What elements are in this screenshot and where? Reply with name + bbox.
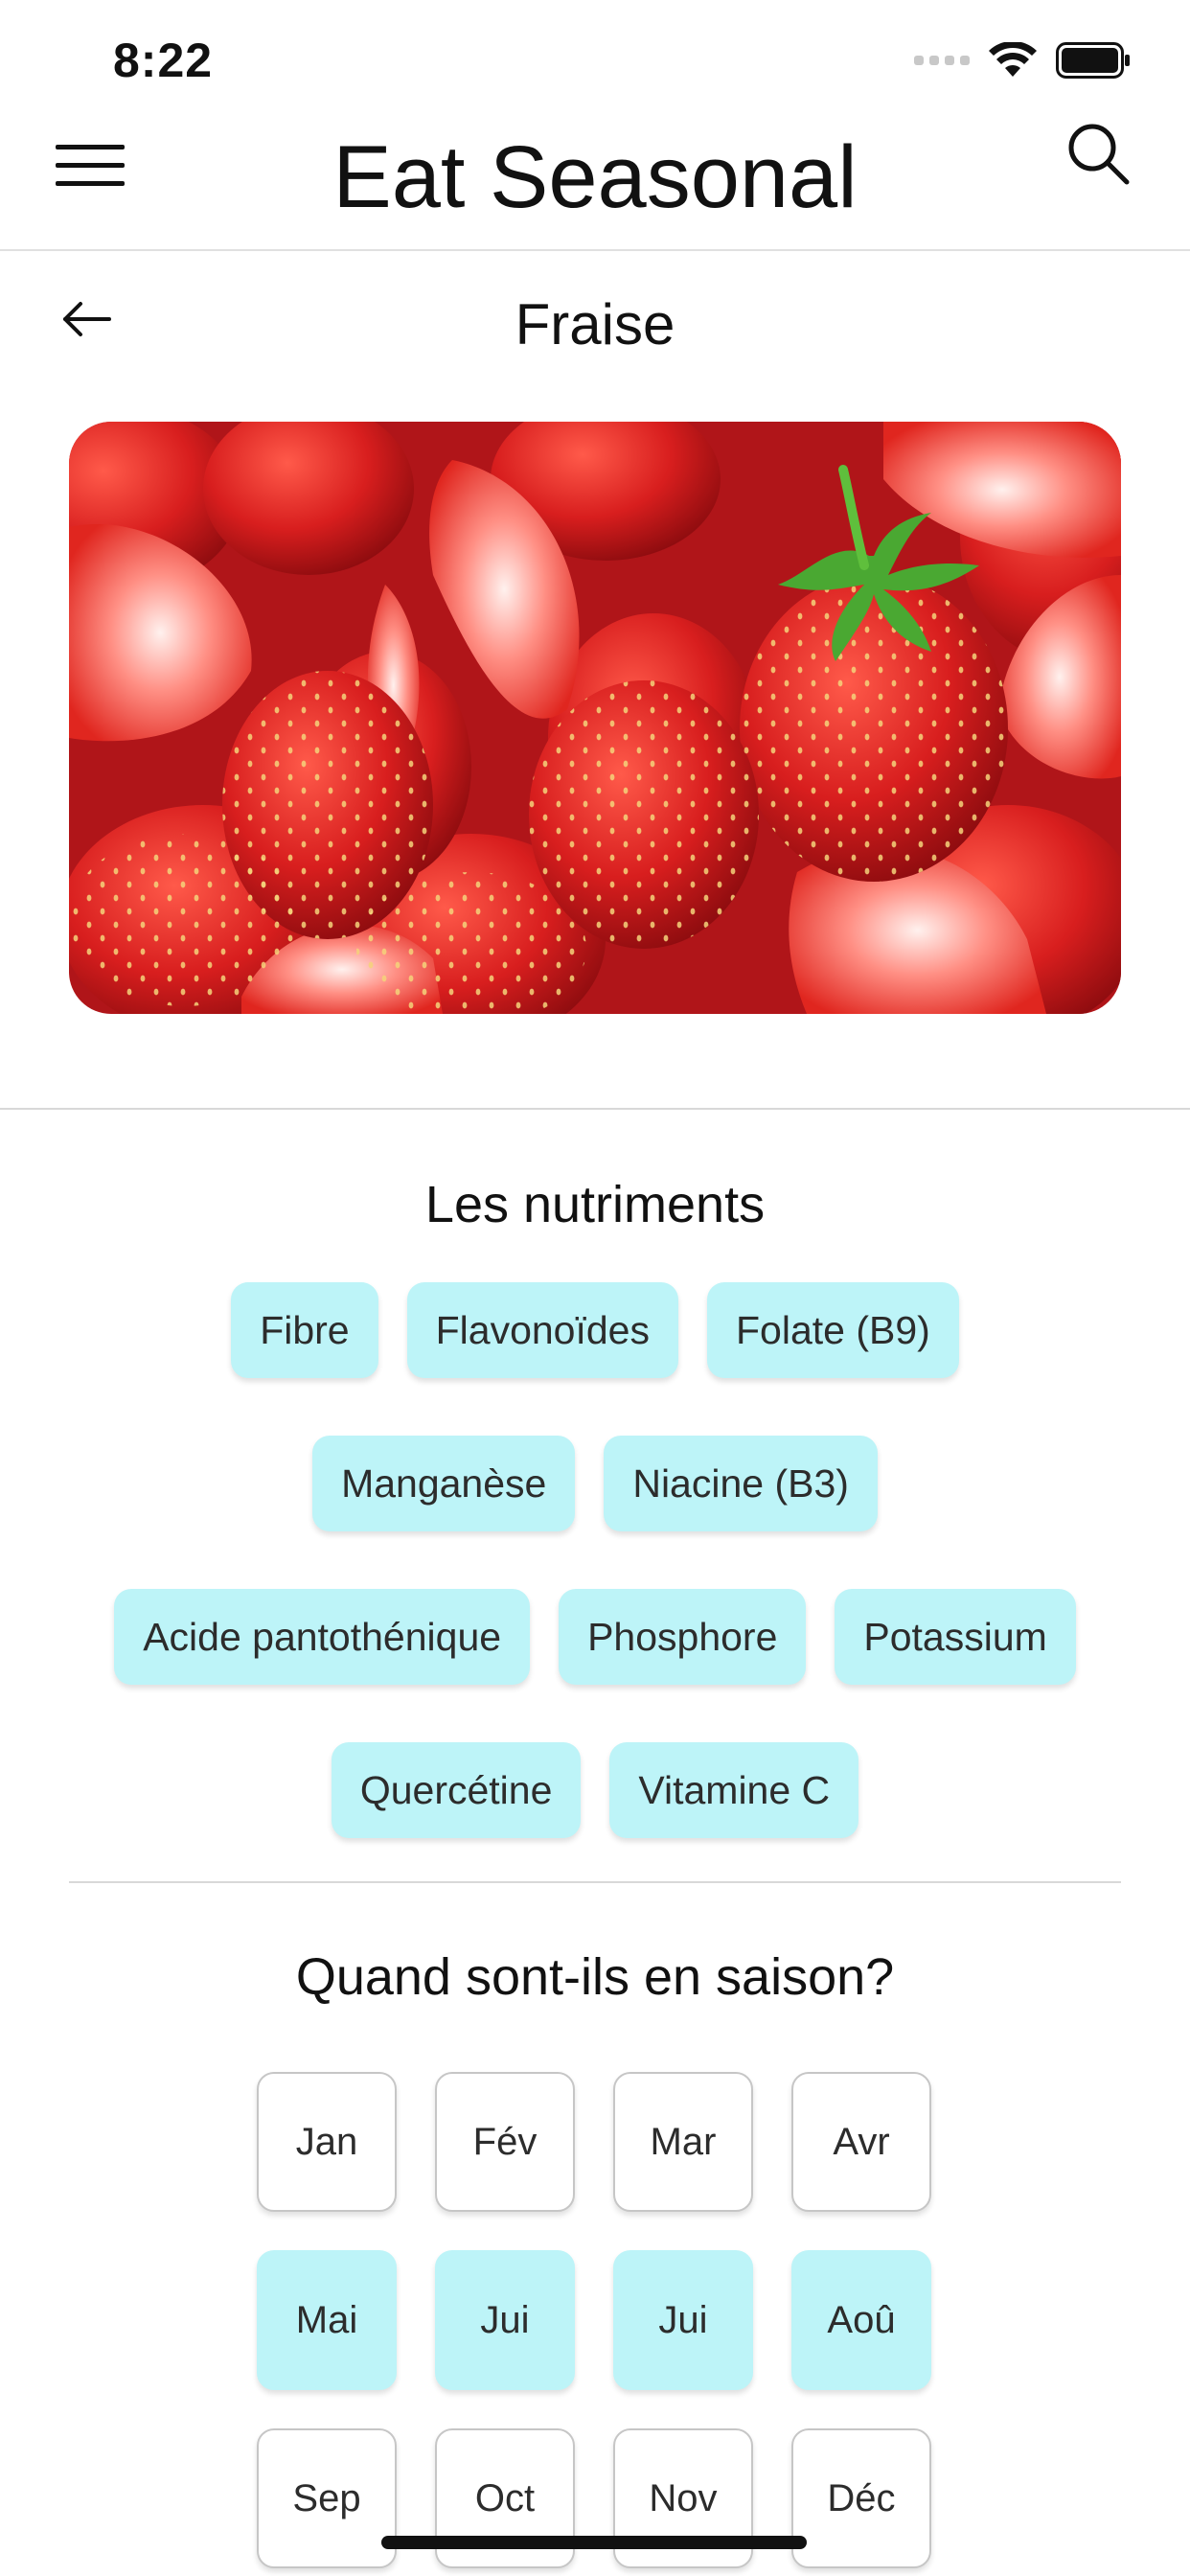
month-cell[interactable]: Sep — [257, 2428, 397, 2568]
detail-header: Fraise — [0, 251, 1190, 414]
month-cell[interactable]: Déc — [791, 2428, 931, 2568]
month-cell[interactable]: Jui — [613, 2250, 753, 2390]
search-icon[interactable] — [1062, 117, 1134, 190]
nutrient-chip[interactable]: Acide pantothénique — [114, 1589, 531, 1685]
home-indicator — [381, 2536, 807, 2549]
nutrient-chip[interactable]: Flavonoïdes — [406, 1282, 678, 1378]
battery-icon — [1056, 42, 1130, 79]
section-divider — [69, 1881, 1121, 1883]
page-title: Fraise — [515, 292, 675, 356]
month-cell[interactable]: Avr — [791, 2072, 931, 2212]
nutrient-chip[interactable]: Folate (B9) — [706, 1282, 959, 1378]
nutrient-chip[interactable]: Niacine (B3) — [604, 1436, 878, 1531]
nutrient-chip-list: Fibre Flavonoïdes Folate (B9) Manganèse Niac… — [67, 1282, 1123, 1838]
nutrient-chip[interactable]: Potassium — [835, 1589, 1076, 1685]
nutrient-chip[interactable]: Vitamine C — [609, 1742, 859, 1838]
status-bar: 8:22 — [0, 0, 1190, 105]
nutrient-chip[interactable]: Manganèse — [312, 1436, 576, 1531]
nutrient-chip[interactable]: Fibre — [231, 1282, 378, 1378]
status-time: 8:22 — [113, 34, 214, 87]
app-title: Eat Seasonal — [332, 128, 858, 226]
month-grid: Jan Fév Mar Avr Mai Jui Jui Aoû Sep Oct Nov Déc — [257, 2072, 933, 2568]
strawberry-image — [69, 422, 1121, 1014]
month-cell[interactable]: Jan — [257, 2072, 397, 2212]
month-cell[interactable]: Jui — [435, 2250, 575, 2390]
month-cell[interactable]: Fév — [435, 2072, 575, 2212]
status-icons — [914, 42, 1131, 79]
cellular-signal-icon — [914, 56, 970, 65]
section-divider — [0, 1108, 1190, 1110]
season-title: Quand sont-ils en saison? — [295, 1948, 895, 2006]
nutrients-title: Les nutriments — [424, 1176, 766, 1233]
nutrient-chip[interactable]: Quercétine — [331, 1742, 582, 1838]
month-cell[interactable]: Mar — [613, 2072, 753, 2212]
app-header: Eat Seasonal — [0, 105, 1190, 251]
month-cell[interactable]: Aoû — [791, 2250, 931, 2390]
month-cell[interactable]: Mai — [257, 2250, 397, 2390]
wifi-icon — [989, 42, 1037, 77]
nutrient-chip[interactable]: Phosphore — [559, 1589, 807, 1685]
